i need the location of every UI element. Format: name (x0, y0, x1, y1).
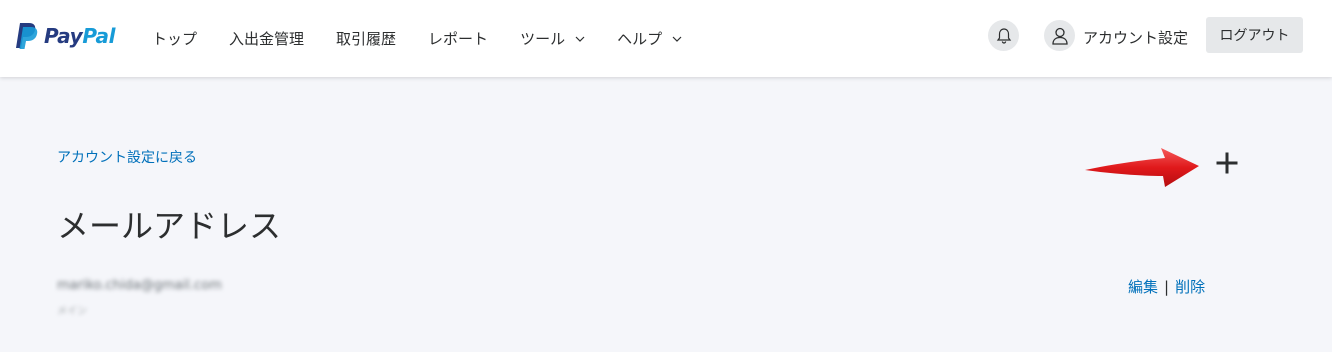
main-nav: トップ 入出金管理 取引履歴 レポート ツール ヘルプ (152, 0, 714, 77)
back-to-account-settings-link[interactable]: アカウント設定に戻る (57, 147, 197, 167)
add-email-button[interactable] (1214, 150, 1240, 176)
nav-item-payments[interactable]: 入出金管理 (229, 28, 304, 49)
action-separator: | (1164, 277, 1170, 296)
bell-icon (996, 27, 1011, 44)
email-status-label: メイン (57, 306, 87, 317)
nav-item-label: 入出金管理 (229, 30, 305, 48)
nav-item-label: レポート (428, 30, 489, 48)
paypal-logo-icon (16, 23, 38, 49)
nav-item-label: 取引履歴 (336, 30, 397, 48)
email-address: mariko.chida@gmail.com (57, 278, 222, 293)
account-settings-link[interactable]: アカウント設定 (1083, 27, 1188, 48)
user-icon (1051, 27, 1068, 45)
nav-item-activity[interactable]: 取引履歴 (336, 28, 396, 49)
logo-text-pay: Pay (44, 24, 83, 48)
red-arrow-annotation (1085, 148, 1199, 187)
email-actions: 編集 | 削除 (1128, 276, 1205, 297)
nav-item-label: ツール (520, 30, 566, 48)
delete-email-link[interactable]: 削除 (1175, 276, 1205, 297)
page-title: メールアドレス (57, 207, 282, 245)
top-navigation-bar: PayPal トップ 入出金管理 取引履歴 レポート ツール ヘルプ アカウント… (0, 0, 1332, 77)
edit-email-link[interactable]: 編集 (1128, 276, 1158, 297)
nav-item-label: ヘルプ (617, 30, 663, 48)
nav-item-label: トップ (152, 30, 198, 48)
chevron-down-icon (672, 36, 682, 42)
nav-item-tools[interactable]: ツール (520, 28, 585, 49)
plus-icon (1216, 152, 1238, 174)
logout-button[interactable]: ログアウト (1206, 17, 1303, 53)
chevron-down-icon (575, 36, 585, 42)
paypal-wordmark: PayPal (44, 24, 116, 48)
nav-item-help[interactable]: ヘルプ (617, 28, 682, 49)
nav-item-reports[interactable]: レポート (428, 28, 488, 49)
notifications-button[interactable] (988, 20, 1019, 51)
paypal-logo[interactable]: PayPal (14, 22, 116, 50)
account-avatar[interactable] (1044, 20, 1075, 51)
nav-item-top[interactable]: トップ (152, 28, 197, 49)
logo-text-pal: Pal (82, 24, 116, 48)
